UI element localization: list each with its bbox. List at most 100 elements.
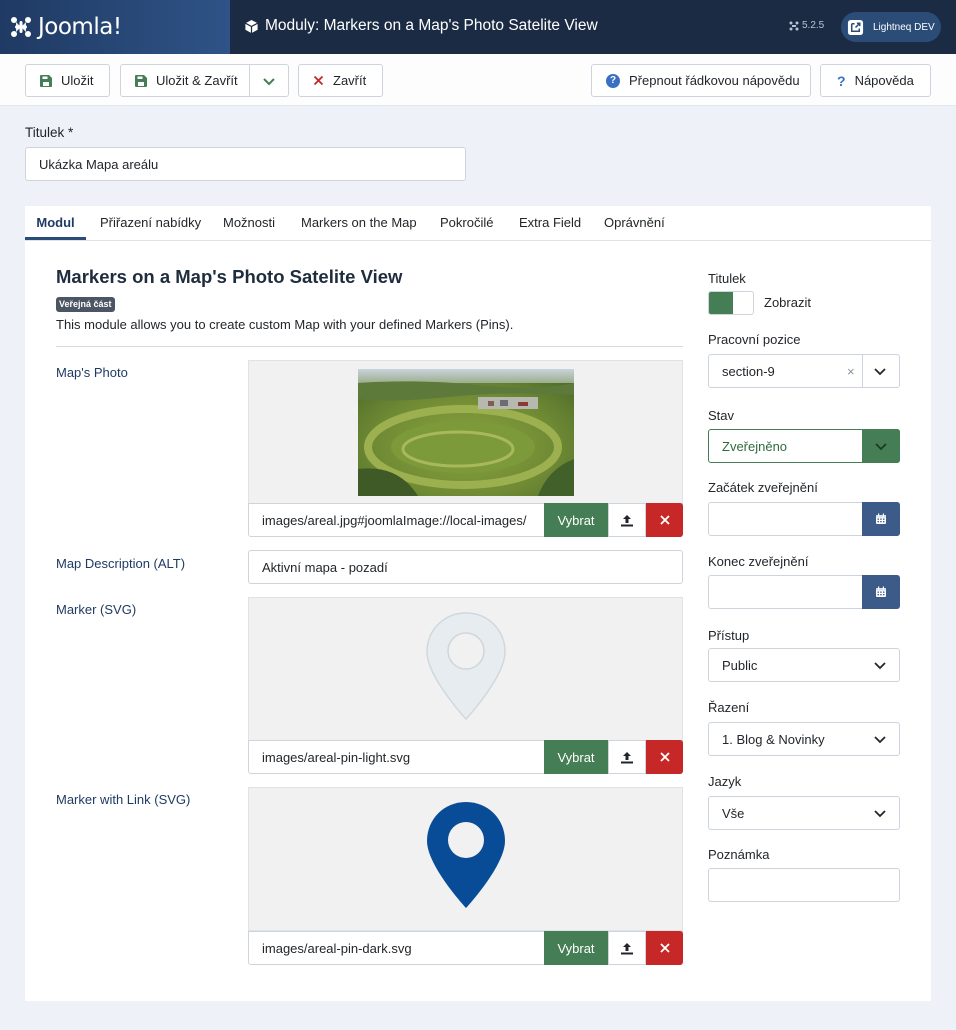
- tab-permissions[interactable]: Oprávnění: [604, 206, 665, 240]
- note-label: Poznámka: [708, 847, 770, 862]
- page-title: Moduly: Markers on a Map's Photo Satelit…: [244, 17, 598, 35]
- joomla-small-icon: [789, 21, 799, 30]
- select-marker-button[interactable]: Vybrat: [544, 740, 608, 774]
- access-select[interactable]: Public: [708, 648, 900, 682]
- marker-preview: [248, 597, 683, 741]
- map-pin-dark-icon: [427, 802, 505, 908]
- marker-link-label: Marker with Link (SVG): [56, 792, 191, 807]
- chevron-down-icon[interactable]: [262, 74, 276, 91]
- split-divider: [249, 65, 250, 96]
- marker-link-media-bar: images/areal-pin-dark.svg Vybrat: [248, 931, 683, 965]
- clear-marker-link-icon[interactable]: [646, 931, 683, 965]
- access-value: Public: [722, 658, 758, 673]
- save-button[interactable]: Uložit: [25, 64, 110, 97]
- position-select[interactable]: section-9 ×: [708, 354, 900, 388]
- tab-modul[interactable]: Modul: [25, 206, 86, 240]
- close-icon: [313, 75, 324, 86]
- tab-options[interactable]: Možnosti: [223, 206, 275, 240]
- chevron-down-icon: [861, 723, 899, 755]
- language-select[interactable]: Vše: [708, 796, 900, 830]
- tab-menu-assignment[interactable]: Přiřazení nabídky: [100, 206, 201, 240]
- save-icon: [40, 74, 52, 87]
- save-close-button[interactable]: Uložit & Zavřít: [120, 64, 289, 97]
- page-title-text: Moduly: Markers on a Map's Photo Satelit…: [265, 17, 598, 34]
- marker-link-preview: [248, 787, 683, 931]
- show-title-switch[interactable]: [708, 291, 754, 315]
- close-button[interactable]: Zavřít: [298, 64, 383, 97]
- clear-marker-icon[interactable]: [646, 740, 683, 774]
- marker-label: Marker (SVG): [56, 602, 137, 617]
- save-close-label: Uložit & Zavřít: [156, 73, 238, 88]
- show-title-switch-label: Zobrazit: [764, 295, 811, 310]
- marker-media-bar: images/areal-pin-light.svg Vybrat: [248, 740, 683, 774]
- map-alt-label: Map Description (ALT): [56, 556, 186, 571]
- publish-up-input[interactable]: [708, 502, 900, 536]
- site-link-button[interactable]: Lightneq DEV: [841, 12, 941, 42]
- chevron-down-icon: [861, 649, 899, 681]
- upload-icon[interactable]: [608, 931, 646, 965]
- logo-text: Joomla!: [38, 14, 122, 40]
- state-label: Stav: [708, 408, 735, 423]
- tab-extra-field[interactable]: Extra Field: [519, 206, 581, 240]
- publish-up-label: Začátek zveřejnění: [708, 480, 818, 495]
- ordering-value: 1. Blog & Novinky: [722, 732, 825, 747]
- aerial-photo-image: [358, 369, 574, 496]
- upload-icon[interactable]: [608, 740, 646, 774]
- close-label: Zavřít: [333, 73, 367, 88]
- language-value: Vše: [722, 806, 745, 821]
- state-select[interactable]: Zveřejněno: [708, 429, 900, 463]
- note-input[interactable]: [708, 868, 900, 902]
- module-description: This module allows you to create custom …: [56, 317, 514, 332]
- clear-position-icon[interactable]: ×: [847, 364, 855, 379]
- chevron-down-icon: [861, 797, 899, 829]
- header: Joomla! Moduly: Markers on a Map's Photo…: [0, 0, 956, 54]
- state-value: Zveřejněno: [722, 439, 788, 454]
- inline-help-label: Přepnout řádkovou nápovědu: [629, 73, 800, 88]
- map-photo-path[interactable]: images/areal.jpg#joomlaImage://local-ima…: [262, 513, 526, 528]
- ordering-label: Řazení: [708, 700, 750, 715]
- access-label: Přístup: [708, 628, 750, 643]
- joomla-logo[interactable]: Joomla!: [0, 0, 230, 54]
- title-label: Titulek *: [25, 125, 74, 140]
- map-photo-preview: [248, 360, 683, 504]
- divider: [56, 346, 683, 347]
- marker-path[interactable]: images/areal-pin-light.svg: [262, 750, 410, 765]
- select-marker-link-button[interactable]: Vybrat: [544, 931, 608, 965]
- show-title-label: Titulek: [708, 271, 746, 286]
- tab-advanced[interactable]: Pokročilé: [440, 206, 493, 240]
- question-icon: ?: [837, 72, 846, 89]
- site-link-label: Lightneq DEV: [873, 21, 935, 33]
- calendar-icon[interactable]: [862, 502, 900, 536]
- position-value: section-9: [722, 364, 775, 379]
- module-heading: Markers on a Map's Photo Satelite View: [56, 266, 403, 287]
- site-badge: Veřejná část: [56, 297, 115, 312]
- cube-icon: [245, 19, 258, 33]
- ordering-select[interactable]: 1. Blog & Novinky: [708, 722, 900, 756]
- select-image-button[interactable]: Vybrat: [544, 503, 608, 537]
- title-input[interactable]: [25, 147, 466, 181]
- map-alt-input[interactable]: Aktivní mapa - pozadí: [248, 550, 683, 584]
- clear-image-icon[interactable]: [646, 503, 683, 537]
- position-label: Pracovní pozice: [708, 332, 801, 347]
- question-circle-icon: ?: [606, 73, 620, 88]
- version-text: 5.2.5: [802, 20, 825, 31]
- version-info: 5.2.5: [789, 20, 824, 31]
- marker-link-path[interactable]: images/areal-pin-dark.svg: [262, 941, 412, 956]
- joomla-logo-icon: [11, 17, 31, 37]
- upload-icon[interactable]: [608, 503, 646, 537]
- inline-help-toggle-button[interactable]: ? Přepnout řádkovou nápovědu: [591, 64, 811, 97]
- save-label: Uložit: [61, 73, 94, 88]
- map-photo-label: Map's Photo: [56, 365, 128, 380]
- tab-markers-on-map[interactable]: Markers on the Map: [301, 206, 417, 240]
- help-label: Nápověda: [854, 73, 914, 88]
- language-label: Jazyk: [708, 774, 742, 789]
- map-photo-media-bar: images/areal.jpg#joomlaImage://local-ima…: [248, 503, 683, 537]
- calendar-icon[interactable]: [862, 575, 900, 609]
- help-button[interactable]: ? Nápověda: [820, 64, 931, 97]
- publish-down-label: Konec zveřejnění: [708, 554, 809, 569]
- chevron-down-icon: [861, 355, 899, 387]
- publish-down-input[interactable]: [708, 575, 900, 609]
- toolbar: Uložit Uložit & Zavřít Zavřít ? Přepnout…: [0, 54, 956, 106]
- save-icon: [135, 74, 147, 87]
- map-pin-light-icon: [426, 612, 506, 721]
